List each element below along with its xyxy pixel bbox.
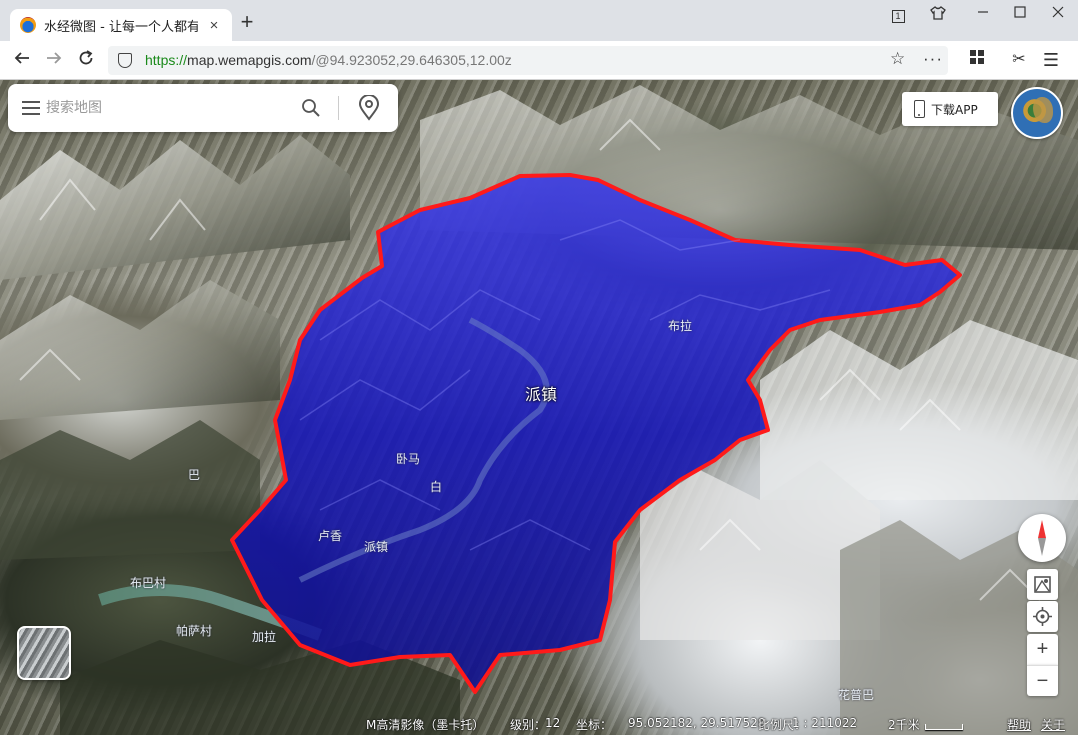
scale-value: 1 : 211022 bbox=[792, 716, 858, 730]
apps-grid-icon[interactable] bbox=[966, 49, 988, 71]
place-label: 卧马 bbox=[396, 452, 421, 466]
layer-switcher-thumbnail[interactable] bbox=[17, 626, 71, 680]
close-icon[interactable] bbox=[1049, 5, 1067, 23]
maximize-icon[interactable] bbox=[1011, 5, 1029, 23]
coord-value: 95.052182, 29.517528 bbox=[628, 716, 766, 730]
level-value: 12 bbox=[545, 716, 561, 730]
hamburger-menu-icon[interactable] bbox=[22, 101, 40, 115]
navigation-bar: https://map.wemapgis.com/@94.923052,29.6… bbox=[0, 41, 1078, 80]
download-app-label: 下载APP bbox=[931, 102, 978, 117]
locate-button[interactable] bbox=[1027, 601, 1058, 632]
reload-icon[interactable] bbox=[74, 49, 98, 71]
site-favicon-icon bbox=[20, 17, 36, 33]
search-icon[interactable] bbox=[301, 98, 321, 118]
new-tab-button[interactable]: + bbox=[236, 11, 258, 34]
tilt-view-button[interactable] bbox=[1027, 569, 1058, 600]
minimize-icon[interactable] bbox=[974, 5, 992, 23]
layer-name[interactable]: M高清影像（墨卡托） bbox=[366, 716, 484, 733]
tilt-icon bbox=[1034, 576, 1051, 593]
browser-tab[interactable]: 水经微图 - 让每一个人都有自 × bbox=[10, 9, 232, 41]
url-text[interactable]: https://map.wemapgis.com/@94.923052,29.6… bbox=[145, 52, 512, 68]
about-link[interactable]: 关于 bbox=[1041, 716, 1065, 733]
place-label: 白 bbox=[430, 480, 443, 494]
crosshair-icon bbox=[1033, 607, 1052, 626]
back-icon[interactable] bbox=[10, 49, 34, 71]
place-label: 布拉 bbox=[668, 319, 693, 333]
tab-close-icon[interactable]: × bbox=[206, 17, 222, 34]
scale-distance: 2千米 bbox=[888, 718, 920, 732]
globe-view-button[interactable] bbox=[1011, 87, 1063, 139]
shirt-icon[interactable] bbox=[929, 5, 947, 23]
map-viewport[interactable]: 巴 卧马 白 卢香 派镇 布巴村 帕萨村 加拉 花普巴 布拉 派镇 下载APP bbox=[0, 80, 1078, 735]
phone-icon bbox=[914, 100, 925, 118]
forward-icon[interactable] bbox=[42, 49, 66, 71]
shield-icon[interactable] bbox=[118, 53, 132, 68]
location-pin-icon[interactable] bbox=[358, 94, 380, 121]
place-label: 布巴村 bbox=[130, 576, 167, 590]
tab-title: 水经微图 - 让每一个人都有自 bbox=[44, 19, 198, 35]
zoom-out-button[interactable]: − bbox=[1027, 665, 1058, 696]
search-input[interactable] bbox=[46, 98, 296, 118]
place-label: 卢香 bbox=[318, 529, 343, 543]
level-label: 级别： bbox=[510, 718, 547, 732]
terrain-layer bbox=[0, 85, 1078, 735]
tab-counter-icon[interactable]: 1 bbox=[889, 5, 907, 23]
help-link[interactable]: 帮助 bbox=[1007, 716, 1031, 733]
map-search-box bbox=[8, 84, 398, 132]
scissors-icon[interactable]: ✂ bbox=[1008, 49, 1030, 71]
status-bar: M高清影像（墨卡托） 级别： 12 坐标： 95.052182, 29.5175… bbox=[0, 714, 1078, 735]
tab-bar: 水经微图 - 让每一个人都有自 × + 1 bbox=[0, 0, 1078, 41]
divider bbox=[338, 96, 339, 120]
menu-icon[interactable]: ☰ bbox=[1040, 49, 1062, 71]
place-label: 加拉 bbox=[252, 630, 277, 644]
place-label: 巴 bbox=[188, 468, 201, 482]
coord-label: 坐标： bbox=[576, 718, 613, 732]
place-label: 花普巴 bbox=[838, 688, 875, 702]
place-label: 派镇 bbox=[364, 540, 389, 554]
compass-icon bbox=[1038, 520, 1046, 556]
scale-bar bbox=[925, 724, 963, 730]
compass-button[interactable] bbox=[1018, 514, 1066, 562]
town-label[interactable]: 派镇 bbox=[525, 381, 557, 405]
place-label: 帕萨村 bbox=[176, 624, 213, 638]
zoom-in-button[interactable]: + bbox=[1027, 634, 1058, 665]
address-bar[interactable]: https://map.wemapgis.com/@94.923052,29.6… bbox=[108, 46, 948, 75]
download-app-button[interactable]: 下载APP bbox=[902, 92, 998, 126]
more-icon[interactable]: ··· bbox=[923, 49, 943, 69]
star-icon[interactable]: ☆ bbox=[890, 49, 905, 69]
